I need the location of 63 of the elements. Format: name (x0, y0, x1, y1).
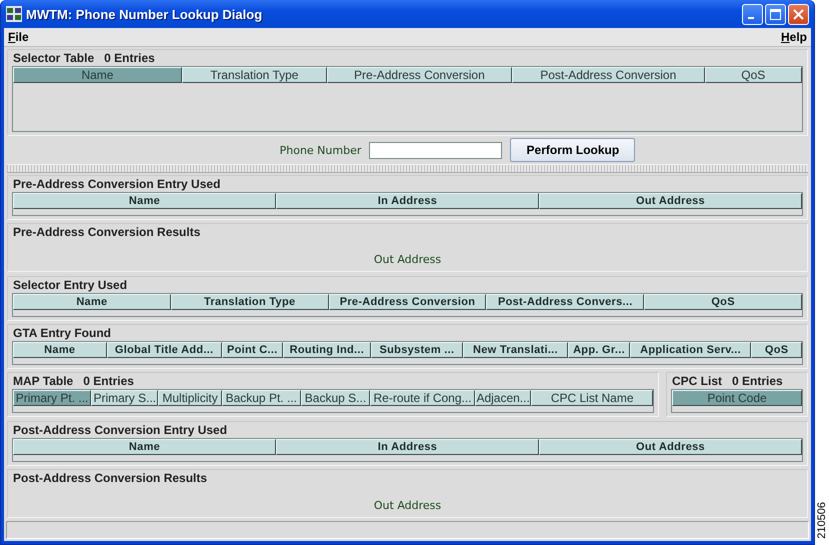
column-header[interactable]: Point C... (222, 342, 283, 358)
column-header[interactable]: QoS (644, 294, 802, 310)
column-header[interactable]: Re-route if Cong... (370, 390, 475, 406)
column-header[interactable]: Backup S... (300, 390, 370, 406)
entry-count: 0 Entries (732, 374, 783, 388)
entry-count: 0 Entries (83, 374, 134, 388)
column-header[interactable]: Name (13, 193, 276, 209)
column-header[interactable]: Multiplicity (158, 390, 222, 406)
result-value: Out Address (374, 253, 442, 266)
column-header[interactable]: Global Title Add... (106, 342, 222, 358)
minimize-icon (748, 17, 754, 19)
minimize-button[interactable] (742, 4, 763, 24)
column-header[interactable]: CPC List Name (531, 390, 653, 406)
panel-title: Post-Address Conversion Entry Used (13, 422, 228, 437)
panel-title: MAP Table (13, 374, 74, 388)
column-header[interactable]: Post-Address Conversion (512, 67, 705, 83)
column-header[interactable]: Out Address (539, 438, 802, 455)
maximize-button[interactable] (765, 4, 786, 24)
panel-title: Pre-Address Conversion Results (13, 225, 200, 240)
column-header[interactable]: Primary S... (91, 390, 158, 406)
column-header[interactable]: In Address (276, 193, 539, 209)
column-header[interactable]: Application Serv... (630, 342, 752, 358)
column-header[interactable]: Primary Pt. ... (13, 390, 92, 406)
entry-count: 0 Entries (104, 51, 155, 65)
window-title: MWTM: Phone Number Lookup Dialog (26, 6, 264, 22)
column-header[interactable]: Translation Type (170, 294, 329, 310)
column-header[interactable]: In Address (276, 438, 539, 455)
app-icon (6, 6, 22, 22)
column-header[interactable]: Out Address (539, 193, 802, 209)
figure-number: 210506 (816, 502, 828, 539)
phone-number-label: Phone Number (280, 144, 362, 156)
splitter-handle[interactable] (7, 164, 808, 173)
column-header[interactable]: Pre-Address Conversion (327, 67, 512, 83)
column-header[interactable]: New Translati... (462, 342, 568, 358)
menu-item[interactable]: Help (780, 30, 807, 44)
column-header[interactable]: Routing Ind... (282, 342, 372, 358)
column-header[interactable]: QoS (704, 67, 802, 83)
column-header[interactable]: Subsystem ... (371, 342, 463, 358)
column-header[interactable]: Post-Address Convers... (486, 294, 644, 310)
column-header[interactable]: Name (13, 294, 171, 310)
column-header[interactable]: Translation Type (182, 67, 327, 83)
close-button[interactable] (788, 4, 809, 24)
column-header[interactable]: App. Gr... (568, 342, 630, 358)
column-header[interactable]: Pre-Address Conversion (328, 294, 486, 310)
panel-title: CPC List (672, 374, 722, 388)
panel-title: GTA Entry Found (13, 326, 111, 340)
column-header[interactable]: Backup Pt. ... (222, 390, 301, 406)
column-header[interactable]: Name (13, 342, 107, 358)
column-header[interactable]: Name (13, 67, 182, 83)
column-header[interactable]: Point Code (672, 390, 802, 406)
result-value: Out Address (374, 498, 442, 512)
panel-title: Selector Table (13, 51, 94, 65)
column-header[interactable]: Adjacen... (474, 390, 532, 406)
maximize-icon (770, 8, 781, 20)
phone-number-field[interactable] (369, 142, 502, 158)
close-icon (793, 8, 804, 20)
panel-title: Post-Address Conversion Results (13, 470, 208, 485)
menu-item[interactable]: File (8, 30, 29, 44)
column-header[interactable]: QoS (751, 342, 802, 358)
panel-title: Pre-Address Conversion Entry Used (13, 177, 220, 191)
perform-lookup-button[interactable]: Perform Lookup (510, 138, 636, 162)
panel-title: Selector Entry Used (13, 278, 128, 292)
column-header[interactable]: Name (13, 438, 276, 455)
